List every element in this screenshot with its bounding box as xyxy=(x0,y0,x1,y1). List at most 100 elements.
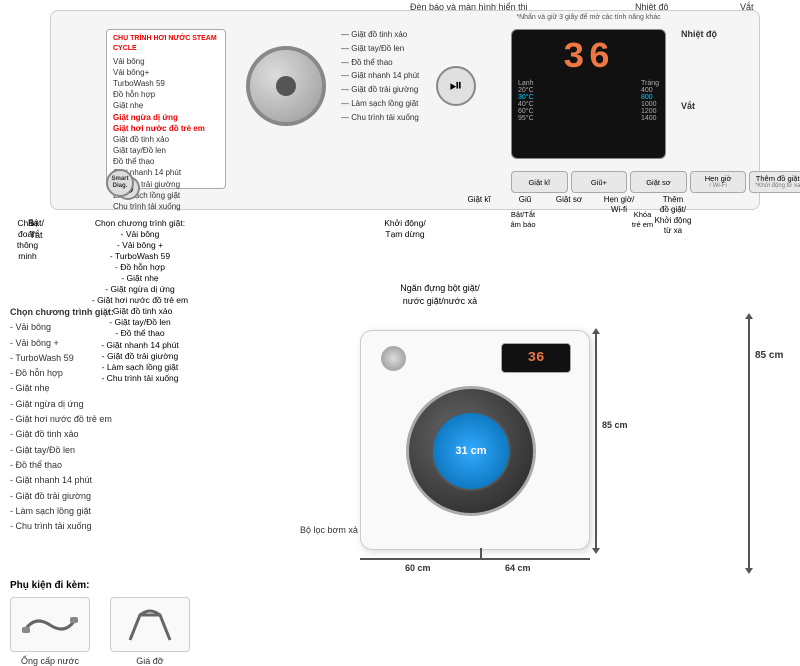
machine-door-text: 31 cm xyxy=(455,445,486,457)
smart-diag-icon: SmartDiag. xyxy=(111,176,128,189)
top-diagram: Đèn báo và màn hình hiển thị Nhiệt độ Vắ… xyxy=(0,0,800,310)
dim-85-vert-line xyxy=(748,315,750,570)
giat-so-button[interactable]: Giặt sơ xyxy=(630,171,687,193)
temp-95: 95°C xyxy=(518,115,534,122)
rp-2: — Giặt tay/Đồ len xyxy=(341,43,419,56)
dial-inner xyxy=(276,76,296,96)
temp-20: 20°C xyxy=(518,87,534,94)
spin-800: 800 xyxy=(641,94,659,101)
them-do-button[interactable]: Thêm đồ giặt *Khởi động từ xa xyxy=(749,171,800,193)
cct-item-2: - Vải bông + xyxy=(10,338,59,348)
display-panel: 36 Lạnh 20°C 30°C 40°C 60°C 95°C Tráng 4… xyxy=(511,29,666,159)
play-pause-icon: ⏯ xyxy=(450,77,463,95)
ong-cap-nuoc-icon xyxy=(20,605,80,645)
rp-7: — Chu trình tải xuống xyxy=(341,112,419,125)
dim-divider-60 xyxy=(480,548,482,560)
dim-85-arrow-bottom xyxy=(745,568,753,574)
dim-arrow-bottom xyxy=(592,548,600,554)
cct-item-4: - Đồ hỗn hợp xyxy=(10,368,63,378)
accessories-section: Phụ kiện đi kèm: Ống cấp nước xyxy=(10,580,310,666)
spin-400: 400 xyxy=(641,87,659,94)
spin-1200: 1200 xyxy=(641,108,659,115)
prog-item-1: Vải bông xyxy=(113,56,219,67)
dim-line-right xyxy=(595,330,597,550)
rp-4: — Giặt nhanh 14 phút xyxy=(341,70,419,83)
cct-item-13: - Làm sạch lồng giặt xyxy=(10,506,91,516)
temp-60: 60°C xyxy=(518,108,534,115)
hen-gio-sub: / Wi-Fi xyxy=(709,183,726,190)
rp-5: — Giặt đồ trải giường xyxy=(341,84,419,97)
temp-lanh: Lạnh xyxy=(518,80,534,87)
smart-diagnosis-button[interactable]: SmartDiag. xyxy=(106,169,134,197)
prog-item-8: Giặt đồ tinh xảo xyxy=(113,134,219,145)
ong-cap-nuoc-label: Ống cấp nước xyxy=(10,656,90,666)
cct-item-3: - TurboWash 59 xyxy=(10,353,74,363)
prog-item-10: Đồ thể thao xyxy=(113,156,219,167)
prog-item-2: Vải bông+ xyxy=(113,67,219,78)
hen-gio-label: Hẹn giờ xyxy=(705,174,732,183)
cct-item-9: - Giặt tay/Đồ len xyxy=(10,445,75,455)
giat-so-label: Giặt sơ xyxy=(646,178,671,187)
buttons-row: Giặt kĩ Giũ+ Giặt sơ Hẹn giờ / Wi-Fi Thê… xyxy=(511,171,800,193)
bat-tat-am-bao-annot: Bật/Tắtâm báo xyxy=(498,210,548,230)
giat-ki-annot: Giặt kĩ xyxy=(455,195,503,205)
page-wrapper: Đèn báo và màn hình hiển thị Nhiệt độ Vắ… xyxy=(0,0,800,659)
khoa-tre-em-annot: Khóatrẻ em xyxy=(620,210,665,230)
vat-right-label: Vắt xyxy=(681,101,695,111)
display-values-row: Lạnh 20°C 30°C 40°C 60°C 95°C Tráng 400 … xyxy=(518,80,659,122)
rp-3: — Đồ thể thao xyxy=(341,57,419,70)
display-number: 36 xyxy=(518,40,659,76)
spin-column: Tráng 400 800 1000 1200 1400 xyxy=(641,80,659,122)
temp-column: Lạnh 20°C 30°C 40°C 60°C 95°C xyxy=(518,80,534,122)
khoi-dong-annotation: Khởi động/Tạm dừng xyxy=(375,218,435,240)
prog-item-3: TurboWash 59 xyxy=(113,78,219,89)
program-list-box: CHU TRÌNH HƠI NƯỚC STEAM CYCLE Vải bông … xyxy=(106,29,226,189)
giu-plus-button[interactable]: Giũ+ xyxy=(571,171,628,193)
giat-ki-button[interactable]: Giặt kĩ xyxy=(511,171,568,193)
spin-1400: 1400 xyxy=(641,115,659,122)
hen-gio-button[interactable]: Hẹn giờ / Wi-Fi xyxy=(690,171,747,193)
control-panel: CHU TRÌNH HƠI NƯỚC STEAM CYCLE Vải bông … xyxy=(50,10,760,210)
gia-do-icon xyxy=(125,605,175,645)
machine-door-inner: 31 cm xyxy=(431,411,511,491)
display-note: *Nhấn và giữ 3 giây để mở các tính năng … xyxy=(511,14,666,21)
dim-85-arrow-top xyxy=(745,313,753,319)
rp-6: — Làm sạch lồng giặt xyxy=(341,98,419,111)
accessories-items: Ống cấp nước Giá đỡ xyxy=(10,597,310,666)
prog-item-4: Đồ hỗn hợp xyxy=(113,89,219,100)
machine-display: 36 xyxy=(501,343,571,373)
bo-loc-bom-xa-label: Bộ lọc bơm xả xyxy=(300,525,358,535)
dim-85-right-label: 85 cm xyxy=(755,350,783,361)
giu-plus-label: Giũ+ xyxy=(591,178,607,187)
ong-cap-nuoc-box xyxy=(10,597,90,652)
dim-line-bottom xyxy=(360,558,590,560)
nhiet-do-right-label: Nhiệt độ xyxy=(681,29,717,39)
ngan-dung-label: Ngăn đựng bột giặt/nước giặt/nước xả xyxy=(340,282,540,307)
temp-30: 30°C xyxy=(518,94,534,101)
play-pause-button[interactable]: ⏯ xyxy=(436,66,476,106)
dim-64-label: 64 cm xyxy=(505,563,531,573)
accessories-title: Phụ kiện đi kèm: xyxy=(10,580,310,591)
chan-doan-annotation: Chẩnđoánthôngminh xyxy=(0,218,55,262)
spin-trang: Tráng xyxy=(641,80,659,87)
cct-item-8: - Giặt đồ tinh xảo xyxy=(10,429,79,439)
dim-arrow-top xyxy=(592,328,600,334)
program-dial[interactable] xyxy=(246,46,326,126)
them-do-label: Thêm đồ giặt xyxy=(756,174,800,183)
giat-so-annot: Giặt sơ xyxy=(548,195,590,205)
machine-display-num: 36 xyxy=(528,350,545,366)
prog-item-7: Giặt hơi nước đồ trẻ em xyxy=(113,123,219,134)
machine-door: 31 cm xyxy=(406,386,536,516)
left-text-column: Chọn chương trình giặt: - Vải bông - Vải… xyxy=(10,305,245,534)
machine-image: Ngăn đựng bột giặt/nước giặt/nước xả 36 … xyxy=(340,300,630,590)
accessory-ong-cap-nuoc: Ống cấp nước xyxy=(10,597,90,666)
prog-item-6: Giặt ngừa dị ứng xyxy=(113,112,219,123)
rp-1: — Giặt đồ tinh xảo xyxy=(341,29,419,42)
cct-item-14: - Chu trình tải xuống xyxy=(10,521,92,531)
dim-60-label: 60 cm xyxy=(405,563,431,573)
bottom-half: Chọn chương trình giặt: - Vải bông - Vải… xyxy=(0,300,800,659)
gia-do-box xyxy=(110,597,190,652)
dim-85-label: 85 cm xyxy=(602,420,628,430)
giu-annot: Giũ xyxy=(504,195,546,205)
cct-title: Chọn chương trình giặt: xyxy=(10,307,114,317)
